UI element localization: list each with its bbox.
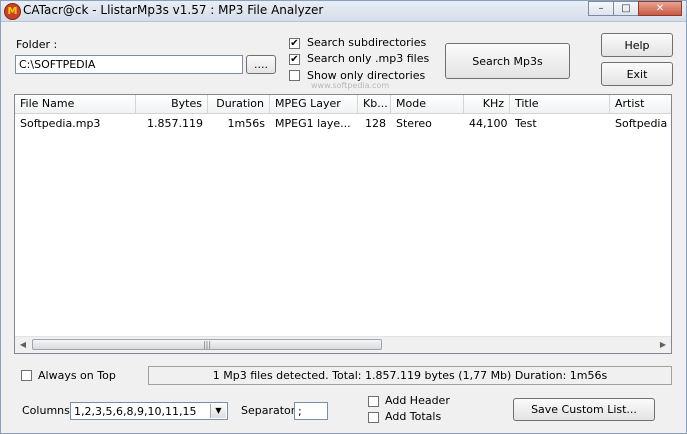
file-list[interactable]: File Name Bytes Duration MPEG Layer Kb..… xyxy=(14,94,672,354)
search-mp3-only-label: Search only .mp3 files xyxy=(307,52,430,65)
scroll-left-icon[interactable]: ◀ xyxy=(18,339,28,351)
add-header-checkbox[interactable] xyxy=(368,396,379,407)
cell-khz: 44,100 xyxy=(469,117,508,130)
exit-button[interactable]: Exit xyxy=(601,62,673,86)
always-on-top-label: Always on Top xyxy=(38,369,116,382)
chevron-down-icon[interactable]: ▼ xyxy=(210,404,226,418)
col-header-file-name[interactable]: File Name xyxy=(15,95,136,113)
columns-label: Columns: xyxy=(22,404,74,417)
search-subdirectories-label: Search subdirectories xyxy=(307,36,427,49)
table-row[interactable]: Softpedia.mp3 1.857.119 1m56s MPEG1 laye… xyxy=(15,115,671,133)
cell-title: Test xyxy=(515,117,537,130)
col-header-mode[interactable]: Mode xyxy=(391,95,464,113)
show-only-directories-checkbox[interactable] xyxy=(289,70,300,81)
columns-select[interactable]: 1,2,3,5,6,8,9,10,11,15 ▼ xyxy=(70,402,228,420)
folder-label: Folder : xyxy=(16,38,58,51)
scroll-right-icon[interactable]: ▶ xyxy=(658,339,668,351)
status-bar: 1 Mp3 files detected. Total: 1.857.119 b… xyxy=(148,366,672,385)
col-header-title[interactable]: Title xyxy=(510,95,610,113)
app-window: M CATacr@ck - LlistarMp3s v1.57 : MP3 Fi… xyxy=(0,0,687,434)
col-header-khz[interactable]: KHz xyxy=(464,95,510,113)
columns-value: 1,2,3,5,6,8,9,10,11,15 xyxy=(74,405,197,418)
cell-bytes: 1.857.119 xyxy=(147,117,203,130)
title-bar: M CATacr@ck - LlistarMp3s v1.57 : MP3 Fi… xyxy=(1,1,686,22)
window-controls: – □ ✕ xyxy=(588,1,682,17)
separator-input[interactable]: ; xyxy=(294,402,328,420)
maximize-button[interactable]: □ xyxy=(613,1,639,16)
search-mp3-only-checkbox[interactable]: ✔ xyxy=(289,54,300,65)
cell-mode: Stereo xyxy=(396,117,432,130)
close-button[interactable]: ✕ xyxy=(638,1,682,16)
scroll-thumb[interactable]: ||| xyxy=(32,339,382,350)
add-totals-label: Add Totals xyxy=(385,410,442,423)
horizontal-scrollbar[interactable]: ◀ ||| ▶ xyxy=(15,336,671,353)
add-header-label: Add Header xyxy=(385,394,450,407)
cell-duration: 1m56s xyxy=(227,117,265,130)
col-header-duration[interactable]: Duration xyxy=(208,95,270,113)
col-header-artist[interactable]: Artist xyxy=(610,95,671,113)
add-totals-checkbox[interactable] xyxy=(368,412,379,423)
app-icon: M xyxy=(4,3,21,20)
always-on-top-checkbox[interactable] xyxy=(21,370,32,381)
col-header-kbps[interactable]: Kb... xyxy=(358,95,391,113)
list-header: File Name Bytes Duration MPEG Layer Kb..… xyxy=(15,95,671,114)
cell-mpeg-layer: MPEG1 laye... xyxy=(275,117,351,130)
cell-kbps: 128 xyxy=(365,117,386,130)
watermark: www.softpedia.com xyxy=(311,81,390,90)
browse-button[interactable]: .... xyxy=(246,55,276,74)
folder-input[interactable]: C:\SOFTPEDIA xyxy=(15,55,243,74)
cell-file-name: Softpedia.mp3 xyxy=(20,117,101,130)
search-mp3s-button[interactable]: Search Mp3s xyxy=(445,43,570,79)
cell-artist: Softpedia xyxy=(615,117,668,130)
help-button[interactable]: Help xyxy=(601,33,673,57)
save-custom-list-button[interactable]: Save Custom List... xyxy=(513,398,655,421)
col-header-mpeg-layer[interactable]: MPEG Layer xyxy=(270,95,358,113)
col-header-bytes[interactable]: Bytes xyxy=(136,95,208,113)
window-title: CATacr@ck - LlistarMp3s v1.57 : MP3 File… xyxy=(23,3,324,17)
separator-label: Separator: xyxy=(241,404,299,417)
minimize-button[interactable]: – xyxy=(588,1,614,16)
search-subdirectories-checkbox[interactable]: ✔ xyxy=(289,38,300,49)
